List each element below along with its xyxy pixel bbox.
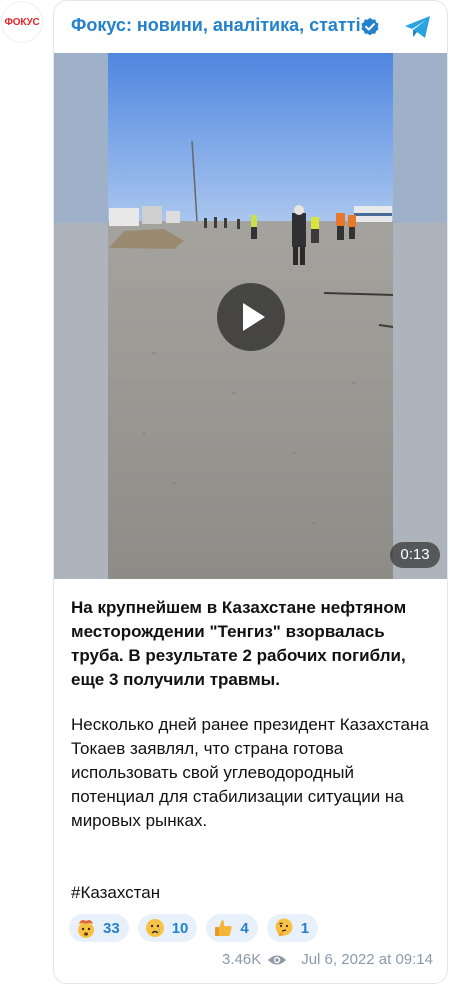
reaction-thinking-face[interactable]: 1 (266, 914, 319, 942)
verified-badge-icon (361, 17, 379, 36)
telegram-share-icon[interactable] (403, 13, 433, 41)
thumbs-up-emoji-icon (215, 920, 232, 936)
post-meta: 3.46K Jul 6, 2022 at 09:14 (222, 951, 433, 968)
play-button[interactable] (217, 283, 285, 351)
reaction-count: 33 (103, 919, 120, 937)
post-body: Несколько дней ранее президент Казахстан… (71, 715, 429, 830)
video-duration-badge: 0:13 (390, 542, 440, 568)
post-headline: На крупнейшем в Казахстане нефтяном мест… (71, 598, 407, 689)
channel-title[interactable]: Фокус: новини, аналітика, статті (71, 15, 361, 36)
play-icon (243, 303, 265, 331)
post-header: Фокус: новини, аналітика, статті (54, 1, 447, 53)
reaction-count: 4 (240, 919, 249, 937)
post-date[interactable]: Jul 6, 2022 at 09:14 (301, 951, 433, 968)
reaction-thumbs-up[interactable]: 4 (206, 914, 258, 942)
reactions-bar: 33 10 4 1 (69, 914, 319, 944)
reaction-exploding-head[interactable]: 33 (69, 914, 129, 942)
crying-face-emoji-icon (145, 919, 164, 937)
eye-icon (268, 955, 287, 964)
post-card: Фокус: новини, аналітика, статті 0:13 На… (53, 0, 448, 984)
channel-avatar[interactable]: ФОКУС (2, 2, 42, 42)
exploding-head-emoji-icon (78, 920, 94, 938)
view-count: 3.46K (222, 951, 262, 968)
thinking-face-emoji-icon (275, 918, 293, 937)
reaction-count: 10 (171, 919, 189, 937)
reaction-crying-face[interactable]: 10 (137, 914, 198, 942)
avatar-logo-text: ФОКУС (4, 16, 40, 28)
reaction-count: 1 (300, 919, 310, 937)
video-player[interactable]: 0:13 (54, 53, 447, 579)
post-hashtag[interactable]: #Казахстан (71, 881, 436, 905)
